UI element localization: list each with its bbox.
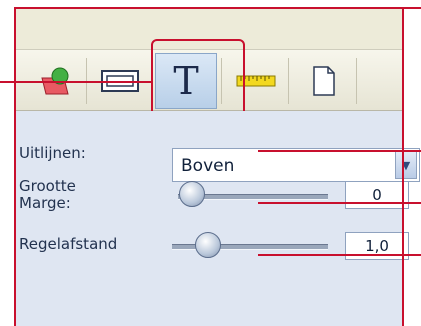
- size-margin-label-line1: Grootte: [19, 177, 76, 195]
- toolbar-separator: [288, 58, 289, 104]
- page-icon: [313, 66, 335, 96]
- line-spacing-label: Regelafstand: [19, 235, 118, 253]
- annotation-leader-line: [0, 81, 153, 83]
- dropdown-button[interactable]: ▼: [395, 151, 417, 179]
- annotation-highlight-box: [151, 39, 245, 119]
- size-margin-label-line2: Marge:: [19, 194, 71, 212]
- annotation-frame-right: [402, 7, 404, 326]
- annotation-leader-line: [258, 202, 421, 204]
- align-label: Uitlijnen:: [19, 144, 86, 162]
- line-spacing-slider-thumb[interactable]: [195, 232, 221, 258]
- size-margin-value[interactable]: 0: [345, 181, 409, 209]
- annotation-leader-line: [258, 150, 421, 152]
- annotation-leader-line: [258, 254, 421, 256]
- align-select[interactable]: Boven ▼: [172, 148, 420, 182]
- size-margin-slider-thumb[interactable]: [179, 181, 205, 207]
- page-button[interactable]: [292, 53, 356, 109]
- toolbar-separator: [356, 58, 357, 104]
- align-select-value: Boven: [181, 156, 235, 176]
